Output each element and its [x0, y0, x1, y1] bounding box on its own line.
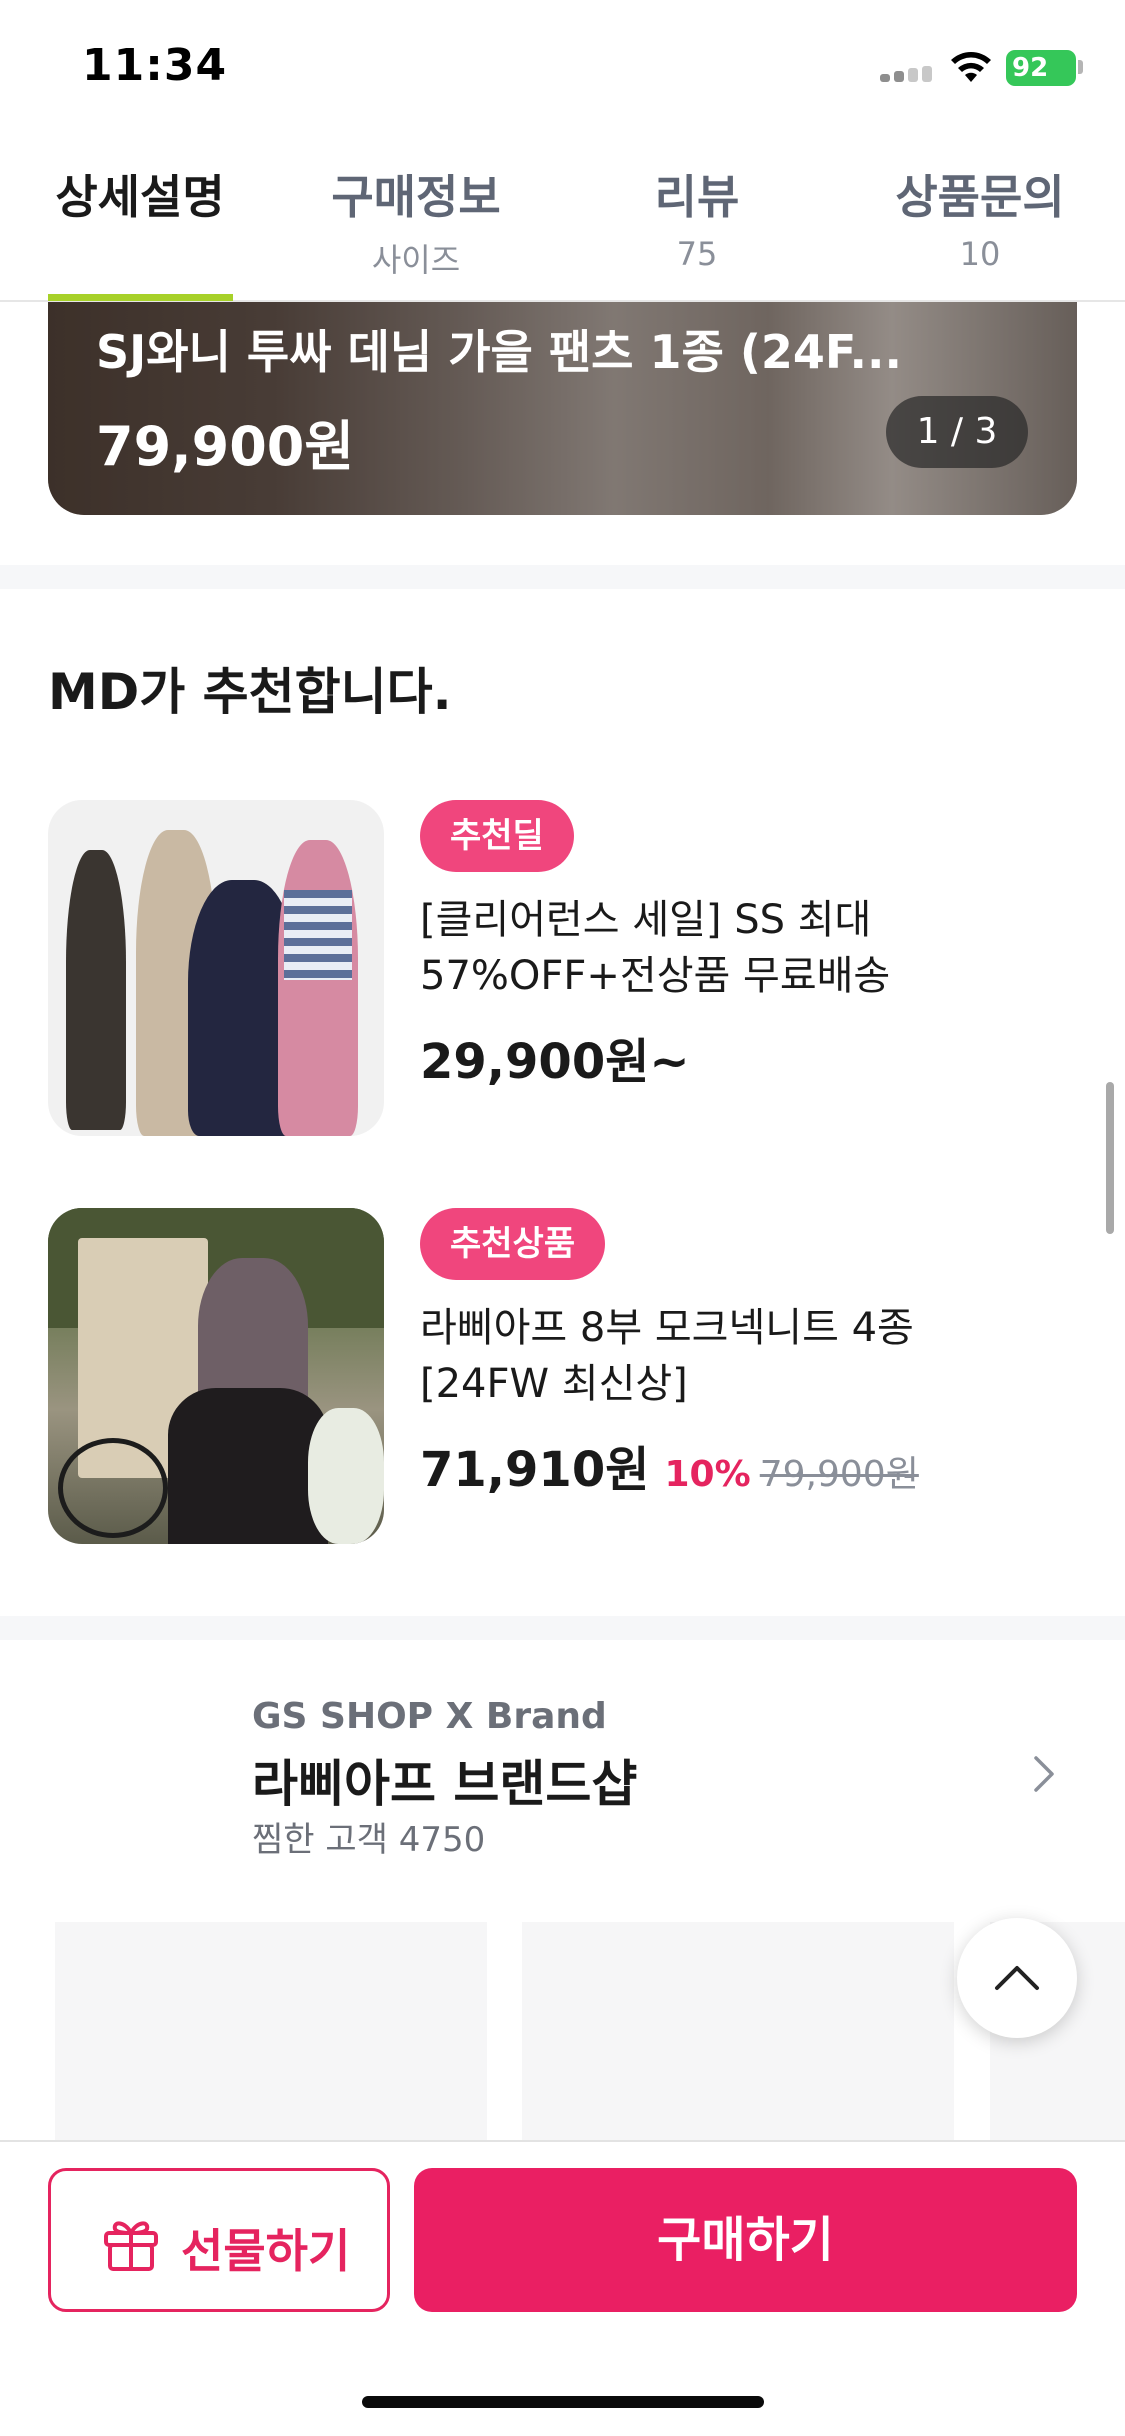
product-price-row: 71,910원 10% 79,900원	[420, 1430, 1077, 1500]
scroll-to-top-button[interactable]	[957, 1918, 1077, 2038]
recommended-product-card[interactable]: 추천딜 [클리어런스 세일] SS 최대 57%OFF+전상품 무료배송 29,…	[48, 800, 1077, 1136]
scrollbar[interactable]	[1106, 1082, 1114, 1234]
product-name-line: 라삐아프 8부 모크넥니트 4종	[420, 1305, 914, 1351]
active-tab-indicator	[48, 294, 233, 301]
product-price: 29,900원~	[420, 1034, 690, 1090]
product-name-line: [클리어런스 세일] SS 최대	[420, 897, 872, 943]
product-hero-card[interactable]: SJ와니 투싸 데님 가을 팬츠 1종 (24F... 79,900원 1 / …	[48, 302, 1077, 515]
product-price-row: 29,900원~	[420, 1022, 1077, 1092]
wifi-icon	[951, 52, 991, 82]
section-divider	[0, 1616, 1125, 1640]
tab-label: 구매정보	[331, 170, 501, 224]
detail-tab-bar: 상세설명 구매정보 사이즈 리뷰 75 상품문의 10	[0, 135, 1125, 302]
status-bar: 11:34 92	[0, 0, 1125, 135]
product-name: 라삐아프 8부 모크넥니트 4종 [24FW 최신상]	[420, 1300, 1077, 1412]
tab-sub: 10	[959, 235, 1001, 273]
brand-product-card[interactable]	[522, 1922, 954, 2142]
tab-label: 리뷰	[654, 170, 740, 224]
product-name-line: [24FW 최신상]	[420, 1361, 688, 1407]
discount-rate: 10%	[664, 1454, 751, 1495]
product-thumbnail[interactable]	[48, 1208, 384, 1544]
hero-product-price: 79,900원	[96, 415, 355, 478]
brand-product-card[interactable]	[55, 1922, 487, 2142]
cellular-signal-icon	[880, 66, 936, 82]
product-badge: 추천상품	[420, 1208, 606, 1280]
buy-button[interactable]: 구매하기	[414, 2168, 1077, 2312]
battery-cap	[1078, 60, 1083, 74]
product-info: 추천딜 [클리어런스 세일] SS 최대 57%OFF+전상품 무료배송 29,…	[420, 800, 1077, 1092]
product-name-line: 57%OFF+전상품 무료배송	[420, 953, 891, 999]
tab-label: 상세설명	[55, 170, 225, 224]
hero-product-title: SJ와니 투싸 데님 가을 팬츠 1종 (24F...	[96, 325, 902, 379]
tab-label: 상품문의	[895, 170, 1065, 224]
battery-level: 92	[1012, 53, 1049, 83]
chevron-right-icon[interactable]	[1024, 1754, 1064, 1794]
bottom-action-bar: 선물하기 구매하기	[0, 2140, 1125, 2436]
original-price: 79,900원	[759, 1454, 919, 1495]
tab-description[interactable]: 상세설명	[40, 135, 240, 300]
tab-purchase-info[interactable]: 구매정보 사이즈	[320, 135, 512, 300]
tab-reviews[interactable]: 리뷰 75	[622, 135, 772, 300]
gift-button[interactable]: 선물하기	[48, 2168, 390, 2312]
tab-sub: 사이즈	[371, 241, 461, 279]
gift-button-label: 선물하기	[181, 2224, 351, 2278]
md-section-title: MD가 추천합니다.	[48, 663, 452, 721]
brand-likes-count: 찜한 고객 4750	[252, 1820, 486, 1860]
product-name: [클리어런스 세일] SS 최대 57%OFF+전상품 무료배송	[420, 892, 1077, 1004]
section-divider	[0, 565, 1125, 589]
product-price: 71,910원	[420, 1442, 650, 1498]
product-info: 추천상품 라삐아프 8부 모크넥니트 4종 [24FW 최신상] 71,910원…	[420, 1208, 1077, 1500]
image-pager-badge: 1 / 3	[886, 396, 1028, 468]
product-thumbnail[interactable]	[48, 800, 384, 1136]
status-time: 11:34	[82, 40, 228, 91]
battery-icon: 92	[1006, 50, 1076, 86]
brand-shop-name: 라삐아프 브랜드샵	[252, 1755, 638, 1813]
home-indicator	[362, 2396, 764, 2408]
recommended-product-card[interactable]: 추천상품 라삐아프 8부 모크넥니트 4종 [24FW 최신상] 71,910원…	[48, 1208, 1077, 1544]
chevron-up-icon	[995, 1966, 1039, 1990]
tab-sub: 75	[676, 235, 718, 273]
product-badge: 추천딜	[420, 800, 574, 872]
brand-eyebrow: GS SHOP X Brand	[252, 1696, 607, 1737]
tab-qna[interactable]: 상품문의 10	[880, 135, 1080, 300]
gift-icon	[104, 2221, 158, 2271]
